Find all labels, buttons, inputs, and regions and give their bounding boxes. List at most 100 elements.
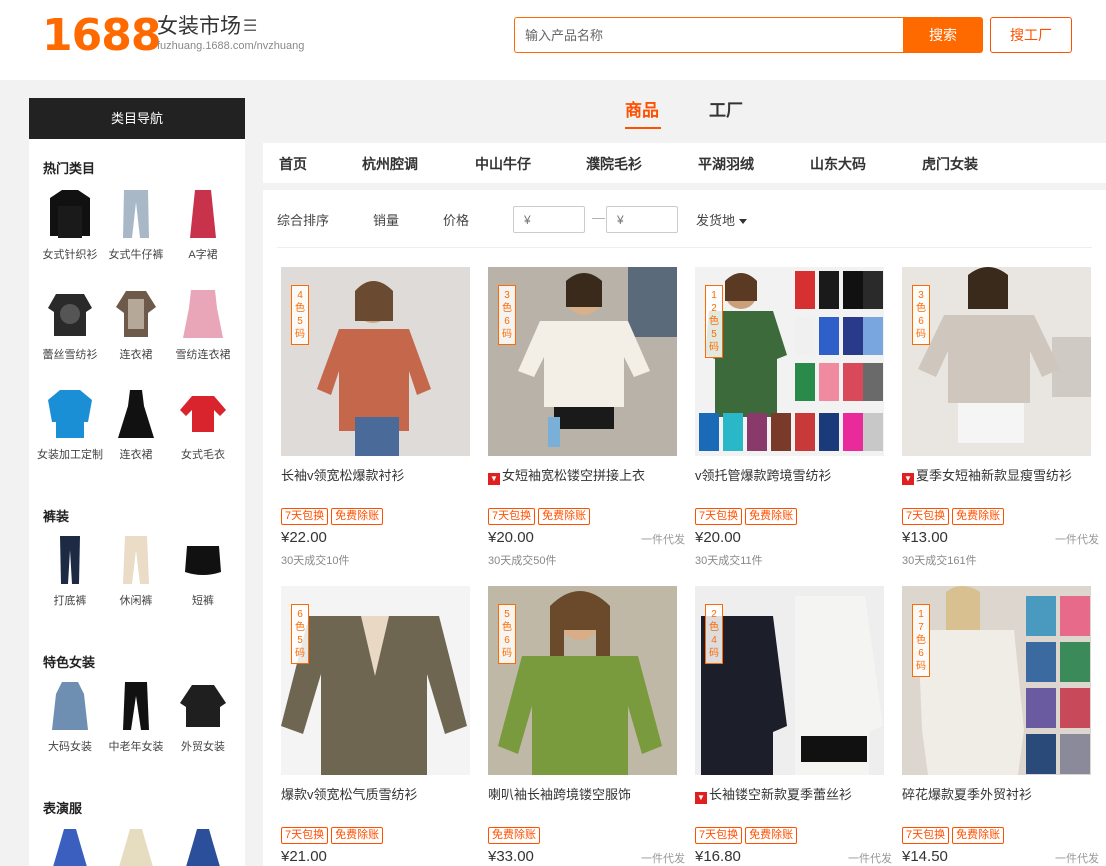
category-item[interactable] [103,824,169,866]
sales-count: 30天成交161件 [902,555,977,567]
product-card[interactable]: 17色6码 碎花爆款夏季外贸衬衫 7天包换 免费除账 ¥14.50 一件代发 [902,586,1099,866]
site-logo[interactable]: 1688 [42,12,161,60]
product-card[interactable]: 2色4码 ▼ 长袖镂空新款夏季蕾丝衫 7天包换 免费除账 ¥16.80 一件代发 [695,586,892,866]
costume-thumbnail [108,824,164,866]
sort-default[interactable]: 综合排序 [277,210,329,229]
color-size-tag: 12色5码 [705,285,723,358]
service-badges: 7天包换 免费除账 [281,506,386,525]
category-item[interactable]: 女式毛衣 [170,386,236,462]
nav-item[interactable]: 山东大码 [810,154,866,174]
category-item[interactable]: 连衣裙 [103,386,169,462]
product-title[interactable]: 爆款v领宽松气质雪纺衫 [281,784,470,803]
search-factory-button[interactable]: 搜工厂 [990,17,1072,53]
product-image[interactable]: 4色5码 [281,267,470,456]
category-item[interactable]: 中老年女装 [103,678,169,754]
category-item[interactable]: 打底裤 [37,532,103,608]
product-price: ¥22.00 [281,529,327,546]
black-dress-thumbnail [108,386,164,442]
product-price: ¥13.00 [902,529,948,546]
nav-item[interactable]: 濮院毛衫 [586,154,642,174]
category-item[interactable]: 休闲裤 [103,532,169,608]
price-max-input[interactable] [606,206,678,233]
tab-factories[interactable]: 工厂 [709,96,743,121]
product-card[interactable]: 12色5码 v领托管爆款跨境雪纺衫 7天包换 免费除账 ¥20.00 30天成交1… [695,267,884,577]
category-item[interactable]: 短裤 [170,532,236,608]
leggings-thumbnail [42,532,98,588]
dropship-label: 一件代发 [641,534,685,546]
product-price: ¥21.00 [281,848,327,865]
casual-pants-thumbnail [108,532,164,588]
category-item[interactable] [170,824,236,866]
section-title-featured: 特色女装 [43,655,96,670]
product-title[interactable]: v领托管爆款跨境雪纺衫 [695,465,884,484]
category-item[interactable]: 女式牛仔裤 [103,186,169,262]
category-item[interactable]: 大码女装 [37,678,103,754]
dress-thumbnail [108,286,164,342]
product-card[interactable]: 4色5码 长袖v领宽松爆款衬衫 7天包换 免费除账 ¥22.00 30天成交10件 [281,267,470,577]
category-item[interactable]: 女式针织衫 [37,186,103,262]
product-title[interactable]: ▼ 长袖镂空新款夏季蕾丝衫 [695,784,884,804]
category-sidebar: 类目导航 热门类目 女式针织衫 女式牛仔裤 A字裙 蕾丝雪纺衫 连衣裙 雪纺连衣… [29,98,245,866]
sort-price[interactable]: 价格 [443,210,469,229]
service-badges: 7天包换 免费除账 [902,825,1007,844]
product-title[interactable]: 喇叭袖长袖跨境镂空服饰 [488,784,677,803]
shorts-thumbnail [175,532,231,588]
product-image[interactable]: 3色6码 [902,267,1091,456]
tab-products[interactable]: 商品 [625,96,661,129]
product-title[interactable]: 长袖v领宽松爆款衬衫 [281,465,470,484]
custom-apparel-thumbnail [42,386,98,442]
category-item[interactable]: 雪纺连衣裙 [170,286,236,362]
dropship-label: 一件代发 [1055,534,1099,546]
nav-item[interactable]: 虎门女装 [922,154,978,174]
nav-item[interactable]: 首页 [279,154,307,174]
filter-bar: 综合排序 销量 价格 — 发货地 [277,190,1092,248]
nav-item[interactable]: 平湖羽绒 [698,154,754,174]
sweater-thumbnail [175,386,231,442]
product-title[interactable]: 碎花爆款夏季外贸衬衫 [902,784,1091,803]
product-price: ¥20.00 [488,529,534,546]
ship-from-dropdown[interactable]: 发货地 [696,210,748,229]
color-size-tag: 6色5码 [291,604,309,664]
category-item[interactable]: 蕾丝雪纺衫 [37,286,103,362]
service-badges: 7天包换 免费除账 [695,825,800,844]
category-item[interactable]: 连衣裙 [103,286,169,362]
color-size-tag: 3色6码 [498,285,516,345]
menu-icon[interactable]: ☰ [243,16,257,36]
site-url: fuzhuang.1688.com/nvzhuang [157,40,305,52]
price-min-input[interactable] [513,206,585,233]
hot-icon: ▼ [488,473,500,485]
product-title[interactable]: ▼ 女短袖宽松镂空拼接上衣 [488,465,677,485]
product-card[interactable]: 5色6码 喇叭袖长袖跨境镂空服饰 免费除账 ¥33.00 一件代发 [488,586,685,866]
product-listing: 综合排序 销量 价格 — 发货地 4色5码 长袖v领宽松爆款衬衫 7天包换免费除… [263,190,1106,866]
search-button[interactable]: 搜索 [903,17,983,53]
chiffon-dress-thumbnail [175,286,231,342]
market-title[interactable]: 女装市场 [157,14,241,40]
category-item[interactable]: A字裙 [170,186,236,262]
product-image[interactable]: 3色6码 [488,267,677,456]
product-image[interactable]: 6色5码 [281,586,470,775]
product-card[interactable]: 6色5码 爆款v领宽松气质雪纺衫 7天包换 免费除账 ¥21.00 [281,586,470,866]
middle-aged-thumbnail [108,678,164,734]
sort-sales[interactable]: 销量 [373,210,399,229]
category-item[interactable]: 女装加工定制 [37,386,103,462]
product-title[interactable]: ▼ 夏季女短袖新款显瘦雪纺衫 [902,465,1091,485]
dropship-label: 一件代发 [848,853,892,865]
jeans-thumbnail [108,186,164,242]
nav-item[interactable]: 中山牛仔 [475,154,531,174]
product-image[interactable]: 12色5码 [695,267,884,456]
category-item[interactable] [37,824,103,866]
product-image[interactable]: 17色6码 [902,586,1091,775]
nav-item[interactable]: 杭州腔调 [362,154,418,174]
search-input[interactable] [514,17,904,53]
product-image[interactable]: 2色4码 [695,586,884,775]
service-badges: 免费除账 [488,825,543,844]
product-image[interactable]: 5色6码 [488,586,677,775]
knit-top-thumbnail [42,186,98,242]
product-card[interactable]: 3色6码 ▼ 女短袖宽松镂空拼接上衣 7天包换 免费除账 ¥20.00 一件代发 3… [488,267,685,577]
product-card[interactable]: 3色6码 ▼ 夏季女短袖新款显瘦雪纺衫 7天包换 免费除账 ¥13.00 一件代发 … [902,267,1099,577]
sidebar-heading: 类目导航 [29,98,245,139]
hot-icon: ▼ [902,473,914,485]
sales-count: 30天成交11件 [695,555,763,567]
category-item[interactable]: 外贸女装 [170,678,236,754]
sales-count: 30天成交50件 [488,555,557,567]
